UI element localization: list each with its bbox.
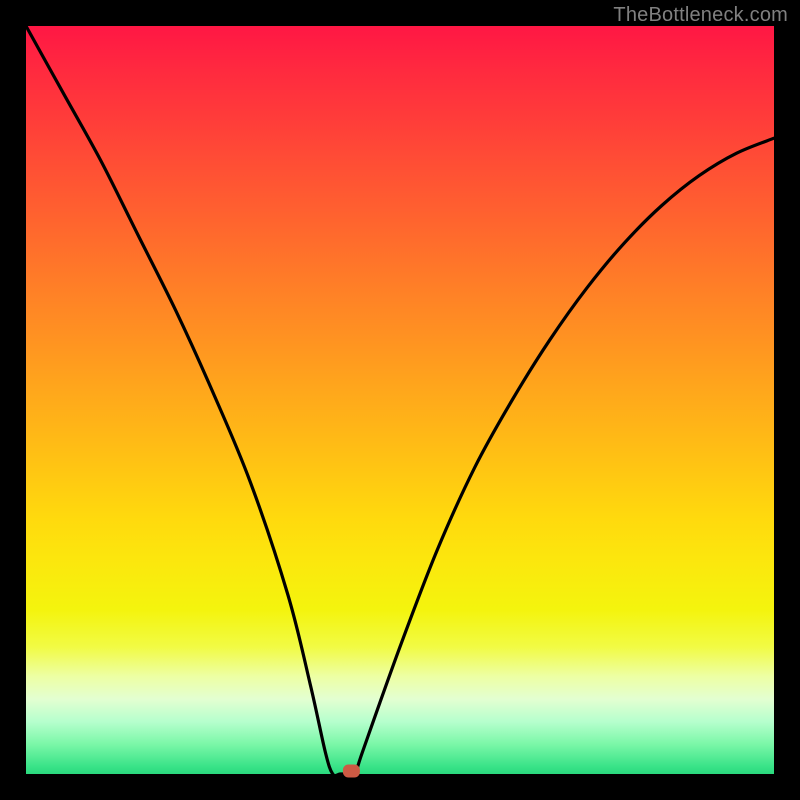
optimal-marker bbox=[343, 765, 359, 777]
bottleneck-curve bbox=[26, 26, 774, 774]
chart-frame: TheBottleneck.com bbox=[0, 0, 800, 800]
plot-area bbox=[26, 26, 774, 774]
curve-path bbox=[26, 26, 774, 776]
watermark-text: TheBottleneck.com bbox=[613, 4, 788, 27]
